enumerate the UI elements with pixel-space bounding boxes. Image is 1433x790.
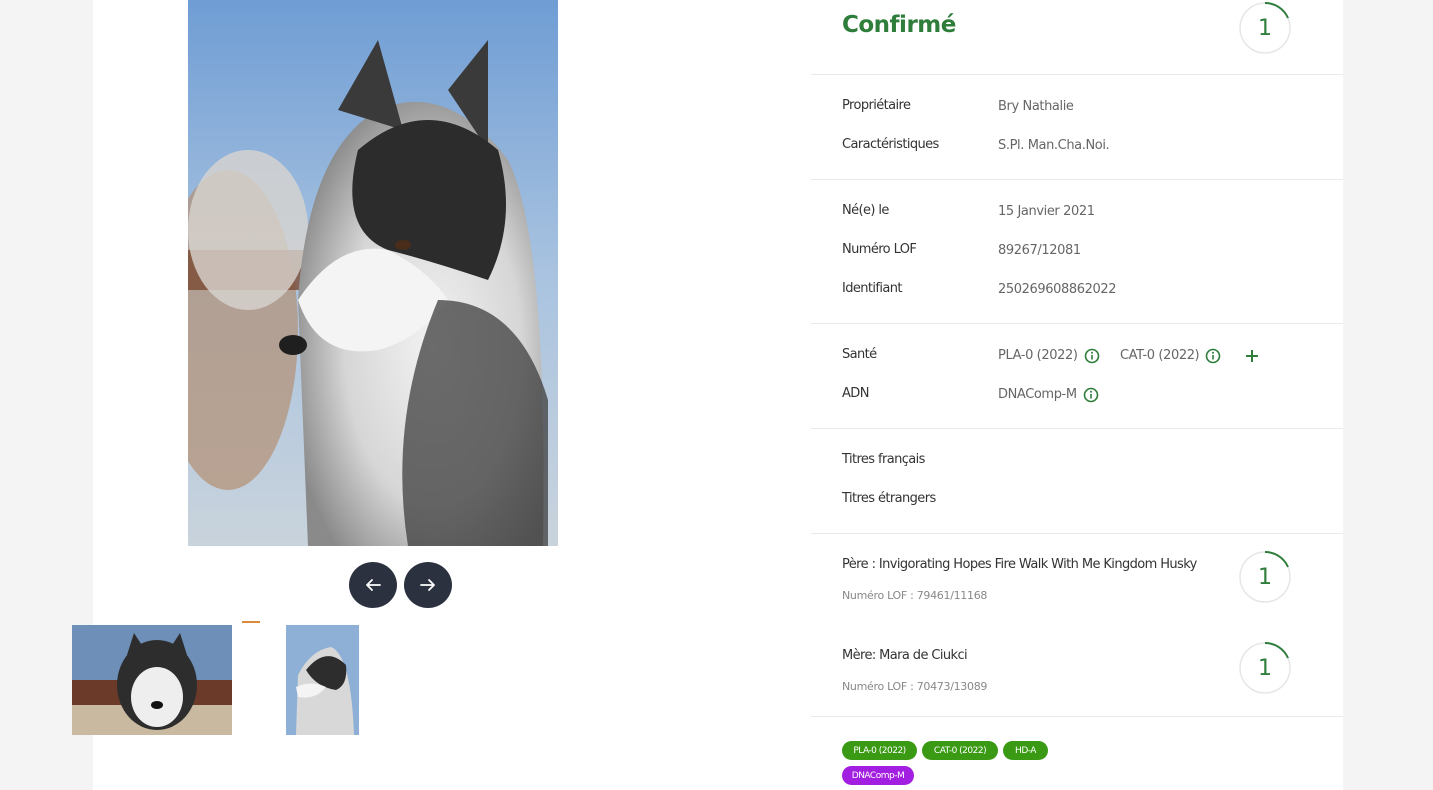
father-name[interactable]: Père : Invigorating Hopes Fire Walk With… bbox=[842, 557, 1197, 572]
previous-photo-button[interactable] bbox=[349, 562, 397, 608]
status-badge-count: 1 bbox=[1258, 15, 1272, 41]
birth-date-value: 15 Janvier 2021 bbox=[998, 204, 1095, 219]
health-label: Santé bbox=[842, 347, 877, 362]
features-value: S.Pl. Man.Cha.Noi. bbox=[998, 138, 1110, 153]
active-thumbnail-indicator bbox=[242, 621, 260, 623]
father-badge-count: 1 bbox=[1258, 564, 1272, 590]
main-dog-photo bbox=[188, 0, 558, 546]
info-icon[interactable] bbox=[1083, 387, 1099, 403]
info-icon[interactable] bbox=[1084, 348, 1100, 364]
foreign-titles-label: Titres étrangers bbox=[842, 491, 936, 506]
father-lof-number: Numéro LOF : 79461/11168 bbox=[842, 589, 988, 602]
next-photo-button[interactable] bbox=[404, 562, 452, 608]
dna-label: ADN bbox=[842, 386, 869, 401]
divider bbox=[811, 179, 1343, 180]
french-titles-label: Titres français bbox=[842, 452, 925, 467]
divider bbox=[811, 716, 1343, 717]
father-badge: 1 bbox=[1238, 550, 1292, 604]
mother-badge: 1 bbox=[1238, 641, 1292, 695]
dna-value: DNAComp-M bbox=[998, 387, 1077, 402]
lof-number-label: Numéro LOF bbox=[842, 242, 917, 257]
info-icon[interactable] bbox=[1205, 348, 1221, 364]
confirmation-status-title: Confirmé bbox=[842, 12, 956, 38]
divider bbox=[811, 428, 1343, 429]
health-item-pla: PLA-0 (2022) bbox=[998, 348, 1078, 363]
divider bbox=[811, 533, 1343, 534]
health-item-cat: CAT-0 (2022) bbox=[1120, 348, 1200, 363]
tag-pla: PLA-0 (2022) bbox=[842, 741, 917, 760]
identifier-value: 250269608862022 bbox=[998, 282, 1117, 297]
thumbnail-2[interactable] bbox=[286, 625, 359, 735]
mother-lof-number: Numéro LOF : 70473/13089 bbox=[842, 680, 988, 693]
tag-cat: CAT-0 (2022) bbox=[922, 741, 998, 760]
identifier-label: Identifiant bbox=[842, 281, 903, 296]
arrow-right-icon bbox=[420, 579, 435, 591]
add-health-result-plus-icon[interactable] bbox=[1244, 348, 1260, 364]
features-label: Caractéristiques bbox=[842, 137, 939, 152]
thumbnail-1[interactable] bbox=[72, 625, 232, 735]
lof-number-value: 89267/12081 bbox=[998, 243, 1081, 258]
owner-label: Propriétaire bbox=[842, 98, 911, 113]
owner-value: Bry Nathalie bbox=[998, 99, 1074, 114]
arrow-left-icon bbox=[366, 579, 381, 591]
tag-dna: DNAComp-M bbox=[842, 766, 914, 785]
mother-name[interactable]: Mère: Mara de Ciukci bbox=[842, 648, 968, 663]
dog-details-panel: Confirmé 1 Propriétaire Bry Nathalie Car… bbox=[811, 0, 1343, 790]
status-badge: 1 bbox=[1238, 1, 1292, 55]
divider bbox=[811, 74, 1343, 75]
tag-hd: HD-A bbox=[1003, 741, 1048, 760]
birth-date-label: Né(e) le bbox=[842, 203, 889, 218]
mother-badge-count: 1 bbox=[1258, 655, 1272, 681]
divider bbox=[811, 323, 1343, 324]
